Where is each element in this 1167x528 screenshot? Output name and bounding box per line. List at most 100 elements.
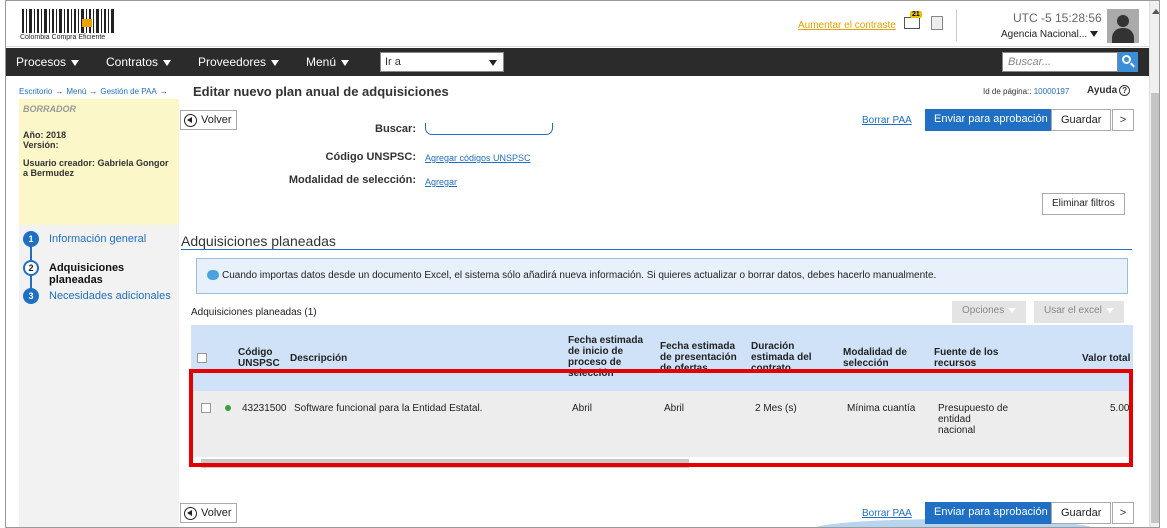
chevron-down-icon bbox=[1008, 307, 1017, 313]
chevron-down-icon bbox=[489, 60, 497, 66]
chevron-down-icon bbox=[71, 59, 80, 66]
add-unspsc-link[interactable]: Agregar códigos UNSPSC bbox=[425, 153, 531, 163]
goto-select[interactable]: Ir a bbox=[380, 52, 504, 72]
search-input[interactable]: Buscar... bbox=[1002, 52, 1118, 72]
step-additional-needs[interactable]: 3 Necesidades adicionales bbox=[19, 282, 179, 306]
chevron-down-icon bbox=[1090, 31, 1099, 38]
unspsc-label: Código UNSPSC: bbox=[325, 151, 416, 163]
search-button[interactable] bbox=[1118, 52, 1138, 72]
step-label: Información general bbox=[49, 233, 147, 245]
chevron-down-icon bbox=[271, 59, 280, 66]
sidebar: BORRADOR Año: 2018 Versión: Usuario crea… bbox=[19, 99, 179, 527]
more-button[interactable]: > bbox=[1112, 109, 1134, 131]
notification-badge: 21 bbox=[910, 11, 922, 18]
breadcrumb-separator: → bbox=[55, 87, 64, 96]
col-description[interactable]: Descripción bbox=[290, 353, 347, 364]
scrollbar-thumb[interactable] bbox=[1151, 93, 1159, 523]
chevron-down-icon bbox=[1105, 307, 1114, 313]
add-modality-link[interactable]: Agregar bbox=[425, 177, 457, 187]
use-excel-button[interactable]: Usar el excel bbox=[1034, 301, 1124, 323]
breadcrumb: Escritorio → Menú → Gestión de PAA → bbox=[19, 87, 171, 96]
header-divider bbox=[956, 9, 957, 41]
col-source[interactable]: Fuente de los recursos bbox=[934, 347, 1014, 369]
excel-notice: Cuando importas datos desde un documento… bbox=[196, 258, 1128, 294]
col-modality[interactable]: Modalidad de selección bbox=[843, 347, 919, 369]
step-number: 2 bbox=[23, 260, 39, 276]
more-button-bottom[interactable]: > bbox=[1112, 502, 1134, 524]
help-link[interactable]: Ayuda? bbox=[1087, 85, 1131, 96]
step-number: 3 bbox=[23, 288, 39, 304]
list-count-label: Adquisiciones planeadas (1) bbox=[191, 307, 317, 318]
logo[interactable]: Colombia Compra Eficiente bbox=[20, 7, 120, 43]
col-value[interactable]: Valor total bbox=[1082, 353, 1133, 364]
mail-icon[interactable] bbox=[904, 17, 920, 29]
options-button[interactable]: Opciones bbox=[952, 301, 1027, 323]
filter-search-input[interactable] bbox=[425, 123, 553, 135]
agency-label: Agencia Nacional... bbox=[1001, 29, 1088, 40]
nav-menu[interactable]: Menú bbox=[306, 55, 350, 69]
nav-procesos[interactable]: Procesos bbox=[16, 55, 80, 69]
section-title: Adquisiciones planeadas bbox=[181, 233, 336, 249]
agency-selector[interactable]: Agencia Nacional... bbox=[1001, 29, 1099, 40]
avatar[interactable] bbox=[1107, 9, 1139, 43]
version-label: Versión: bbox=[23, 140, 59, 150]
save-button-bottom[interactable]: Guardar bbox=[1051, 502, 1112, 524]
options-label: Opciones bbox=[962, 305, 1005, 316]
step-planned-acquisitions[interactable]: 2 Adquisiciones planeadas bbox=[19, 254, 179, 286]
send-approval-button[interactable]: Enviar para aprobación bbox=[925, 109, 1057, 131]
back-button-bottom[interactable]: Volver bbox=[180, 503, 237, 523]
step-label: Necesidades adicionales bbox=[49, 290, 171, 302]
breadcrumb-gestion-paa[interactable]: Gestión de PAA bbox=[100, 87, 156, 96]
nav-menu-label: Menú bbox=[306, 55, 337, 69]
main-nav: Procesos Contratos Proveedores Menú Ir a… bbox=[6, 48, 1149, 76]
browser-frame: Colombia Compra Eficiente Aumentar el co… bbox=[5, 0, 1160, 528]
utc-clock: UTC -5 15:28:56 bbox=[1013, 11, 1102, 25]
nav-contratos[interactable]: Contratos bbox=[106, 55, 172, 69]
select-all-checkbox[interactable] bbox=[197, 353, 207, 363]
page-id-label: Id de página:: bbox=[983, 87, 1032, 96]
breadcrumb-separator: → bbox=[159, 87, 168, 96]
vertical-scrollbar[interactable] bbox=[1149, 1, 1159, 527]
document-icon[interactable] bbox=[931, 16, 943, 30]
status-badge: BORRADOR bbox=[23, 104, 76, 114]
use-excel-label: Usar el excel bbox=[1044, 305, 1102, 316]
chevron-down-icon bbox=[341, 59, 350, 66]
nav-proveedores-label: Proveedores bbox=[198, 55, 267, 69]
step-number: 1 bbox=[23, 231, 39, 247]
back-label: Volver bbox=[201, 114, 232, 126]
delete-paa-link[interactable]: Borrar PAA bbox=[862, 115, 912, 126]
breadcrumb-escritorio[interactable]: Escritorio bbox=[19, 87, 52, 96]
year-label: Año: 2018 bbox=[23, 130, 67, 140]
scroll-up-icon[interactable] bbox=[1152, 9, 1159, 14]
help-icon: ? bbox=[1119, 85, 1131, 96]
delete-paa-link-bottom[interactable]: Borrar PAA bbox=[862, 508, 912, 519]
col-code[interactable]: Código UNSPSC bbox=[238, 347, 286, 369]
barcode-logo-icon bbox=[22, 9, 116, 33]
nav-proveedores[interactable]: Proveedores bbox=[198, 55, 280, 69]
back-arrow-icon bbox=[184, 114, 197, 127]
chat-bubble-icon bbox=[207, 270, 219, 281]
back-arrow-icon bbox=[184, 507, 197, 520]
highlight-box bbox=[189, 369, 1133, 467]
send-approval-button-bottom[interactable]: Enviar para aprobación bbox=[925, 502, 1057, 524]
help-label: Ayuda bbox=[1087, 85, 1118, 96]
page-id-value: 10000197 bbox=[1033, 87, 1070, 96]
status-box: BORRADOR Año: 2018 Versión: Usuario crea… bbox=[19, 99, 179, 225]
breadcrumb-menu[interactable]: Menú bbox=[66, 87, 86, 96]
save-button[interactable]: Guardar bbox=[1051, 109, 1112, 131]
clear-filters-button[interactable]: Eliminar filtros bbox=[1042, 193, 1125, 215]
page-title: Editar nuevo plan anual de adquisiciones bbox=[193, 84, 449, 99]
back-button[interactable]: Volver bbox=[180, 110, 237, 130]
top-bar: Colombia Compra Eficiente Aumentar el co… bbox=[6, 1, 1149, 47]
nav-contratos-label: Contratos bbox=[106, 55, 159, 69]
notice-text: Cuando importas datos desde un documento… bbox=[222, 270, 937, 281]
logo-text: Colombia Compra Eficiente bbox=[20, 34, 106, 41]
modality-label: Modalidad de selección: bbox=[288, 174, 416, 186]
page-id: Id de página:: 10000197 bbox=[983, 87, 1069, 96]
contrast-link[interactable]: Aumentar el contraste bbox=[798, 20, 896, 31]
section-divider bbox=[181, 249, 1132, 250]
chevron-down-icon bbox=[163, 59, 172, 66]
goto-value: Ir a bbox=[385, 56, 401, 68]
breadcrumb-separator: → bbox=[89, 87, 98, 96]
step-general-info[interactable]: 1 Información general bbox=[19, 225, 179, 249]
